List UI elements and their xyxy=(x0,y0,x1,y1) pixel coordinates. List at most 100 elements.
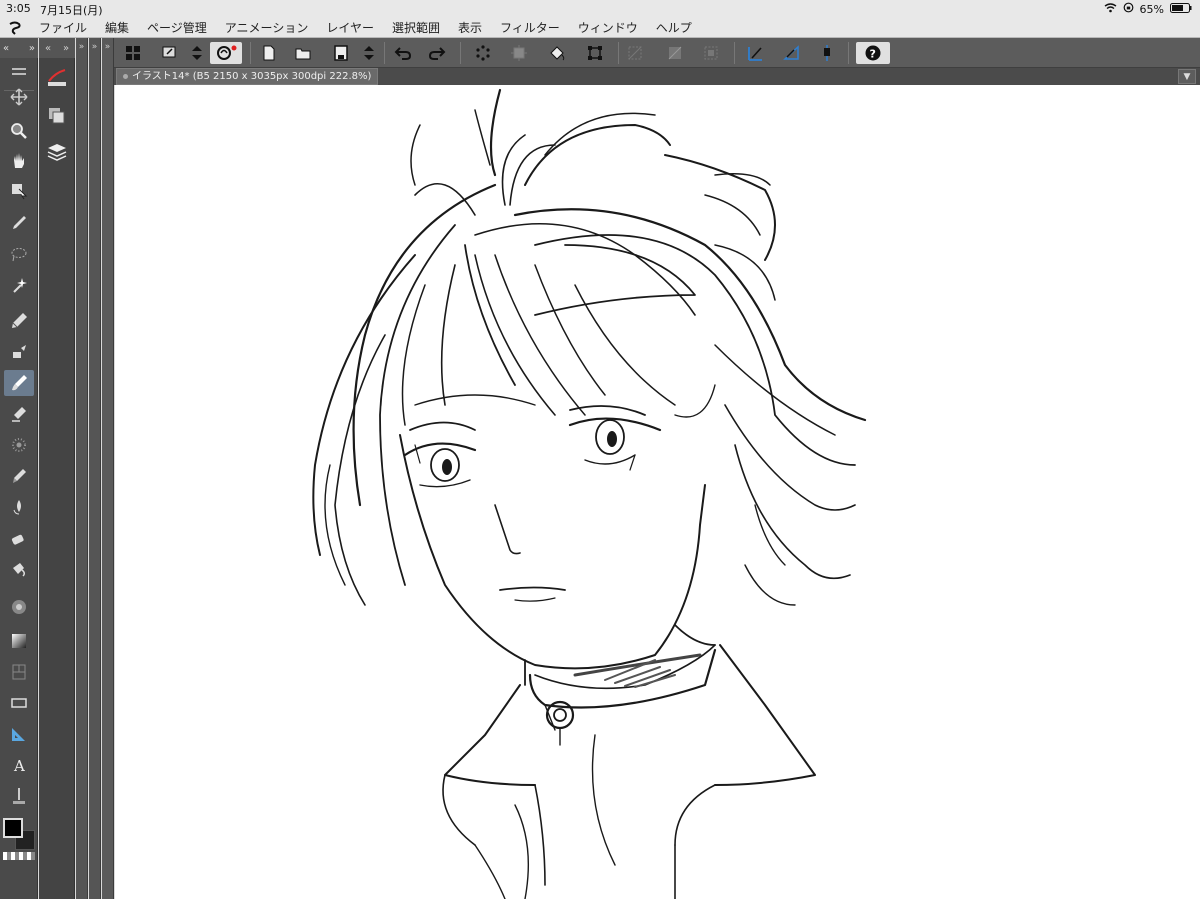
new-file-icon[interactable] xyxy=(256,42,282,64)
menu-edit[interactable]: 編集 xyxy=(96,18,138,38)
pen-icon[interactable] xyxy=(4,308,34,334)
drawing-canvas[interactable] xyxy=(115,85,1200,899)
tool-menu-icon[interactable] xyxy=(4,60,34,86)
clear-selection-icon[interactable] xyxy=(622,42,648,64)
battery-percent: 65% xyxy=(1139,2,1164,16)
layer-icon[interactable] xyxy=(42,138,72,166)
rectangle-icon[interactable] xyxy=(4,690,34,716)
svg-text:?: ? xyxy=(870,48,876,61)
sub-tool-palette: « » xyxy=(39,38,75,899)
save-icon[interactable] xyxy=(328,42,354,64)
orientation-lock-icon xyxy=(1123,2,1134,16)
command-divider xyxy=(384,42,385,64)
scroll-stepper-icon[interactable] xyxy=(356,42,382,64)
battery-icon xyxy=(1170,2,1192,16)
layer-property-icon[interactable] xyxy=(42,102,72,130)
invert-selection-icon[interactable] xyxy=(662,42,688,64)
move-icon[interactable] xyxy=(4,84,34,110)
menu-bar: ファイル 編集 ページ管理 アニメーション レイヤー 選択範囲 表示 フィルター… xyxy=(0,18,1200,38)
expand-panel-icon[interactable]: » xyxy=(89,42,100,52)
color-swatches[interactable] xyxy=(3,818,35,850)
tool-palette: « » A xyxy=(0,38,38,899)
brush-size-icon[interactable] xyxy=(42,64,72,92)
expand-right-icon[interactable]: » xyxy=(29,43,35,54)
app-logo-icon[interactable] xyxy=(0,18,30,38)
command-divider xyxy=(734,42,735,64)
transform-icon[interactable] xyxy=(582,42,608,64)
document-tab-title: イラスト14* (B5 2150 x 3035px 300dpi 222.8%) xyxy=(132,71,372,82)
lasso-icon[interactable] xyxy=(4,241,34,267)
document-tab-bar: イラスト14* (B5 2150 x 3035px 300dpi 222.8%)… xyxy=(114,68,1200,85)
main-color[interactable] xyxy=(3,818,23,838)
cloud-sync-icon[interactable] xyxy=(210,42,242,64)
status-time: 3:05 xyxy=(6,2,31,15)
up-down-stepper-icon[interactable] xyxy=(184,42,210,64)
export-icon[interactable] xyxy=(156,42,182,64)
document-tab[interactable]: イラスト14* (B5 2150 x 3035px 300dpi 222.8%) xyxy=(116,68,379,85)
snap-grid-icon[interactable] xyxy=(814,42,840,64)
canvas-size-icon[interactable] xyxy=(506,42,532,64)
ruler-icon[interactable] xyxy=(4,721,34,747)
status-date: 7月15日(月) xyxy=(40,4,103,17)
menu-page-management[interactable]: ページ管理 xyxy=(138,18,216,38)
sketch-illustration xyxy=(312,88,867,899)
wifi-icon xyxy=(1104,2,1117,16)
close-tab-icon[interactable] xyxy=(123,74,128,79)
expand-panel-icon[interactable]: » xyxy=(102,42,113,52)
menu-selection[interactable]: 選択範囲 xyxy=(383,18,449,38)
select-all-icon[interactable] xyxy=(698,42,724,64)
gradient-icon[interactable] xyxy=(4,594,34,620)
redo-icon[interactable] xyxy=(424,42,450,64)
decoration-icon[interactable] xyxy=(4,432,34,458)
tab-menu-icon[interactable]: ▼ xyxy=(1178,69,1196,84)
menu-animation[interactable]: アニメーション xyxy=(216,18,318,38)
figure-icon[interactable] xyxy=(4,556,34,582)
loading-dots-icon[interactable] xyxy=(470,42,496,64)
collapsed-panel-2[interactable]: » xyxy=(89,38,101,899)
command-bar: ? xyxy=(114,38,1200,68)
transparent-color[interactable] xyxy=(3,852,35,860)
command-divider xyxy=(460,42,461,64)
menu-file[interactable]: ファイル xyxy=(30,18,96,38)
undo-icon[interactable] xyxy=(390,42,416,64)
status-indicators: 65% xyxy=(1104,2,1192,16)
menu-filter[interactable]: フィルター xyxy=(491,18,569,38)
command-divider xyxy=(848,42,849,64)
operation-icon[interactable] xyxy=(4,178,34,204)
fill-icon[interactable] xyxy=(4,525,34,551)
snap-ruler-icon[interactable] xyxy=(742,42,768,64)
menu-help[interactable]: ヘルプ xyxy=(647,18,701,38)
sub-tool-header: « » xyxy=(39,38,75,58)
eraser-icon[interactable] xyxy=(4,494,34,520)
menu-window[interactable]: ウィンドウ xyxy=(569,18,647,38)
fill-bucket-icon[interactable] xyxy=(544,42,570,64)
svg-text:A: A xyxy=(13,757,25,774)
text-icon[interactable]: A xyxy=(4,752,34,778)
eyedropper-icon[interactable] xyxy=(4,210,34,236)
correct-line-icon[interactable] xyxy=(4,783,34,809)
blend-icon[interactable] xyxy=(4,463,34,489)
tool-palette-header: « » xyxy=(0,38,38,58)
command-divider xyxy=(250,42,251,64)
collapse-left-icon[interactable]: « xyxy=(45,43,51,54)
frame-icon[interactable] xyxy=(4,659,34,685)
collapse-left-icon[interactable]: « xyxy=(3,43,9,54)
help-icon[interactable]: ? xyxy=(856,42,890,64)
magic-wand-icon[interactable] xyxy=(4,272,34,298)
expand-panel-icon[interactable]: » xyxy=(76,42,87,52)
brush-icon[interactable] xyxy=(4,370,34,396)
grid-menu-icon[interactable] xyxy=(120,42,146,64)
menu-view[interactable]: 表示 xyxy=(449,18,491,38)
collapsed-panel-3[interactable]: » xyxy=(102,38,114,899)
collapsed-panel-1[interactable]: » xyxy=(76,38,88,899)
gradient-box-icon[interactable] xyxy=(4,628,34,654)
pencil-icon[interactable] xyxy=(4,339,34,365)
top-bar: 3:05 7月15日(月) 65% ファイル 編集 ページ管理 アニメーション … xyxy=(0,0,1200,38)
airbrush-icon[interactable] xyxy=(4,401,34,427)
snap-special-ruler-icon[interactable] xyxy=(778,42,804,64)
hand-icon[interactable] xyxy=(4,148,34,174)
zoom-icon[interactable] xyxy=(4,118,34,144)
expand-right-icon[interactable]: » xyxy=(63,43,69,54)
open-folder-icon[interactable] xyxy=(290,42,316,64)
menu-layer[interactable]: レイヤー xyxy=(317,18,383,38)
